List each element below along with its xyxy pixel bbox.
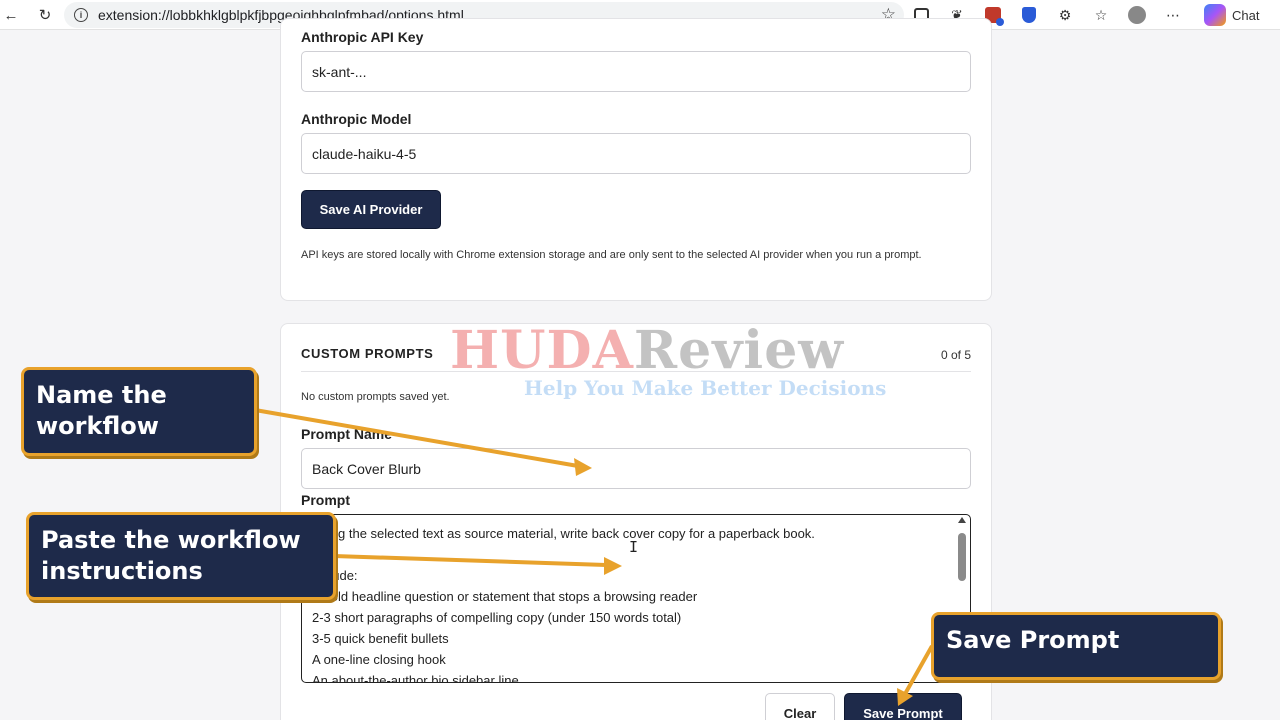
api-key-input[interactable]: sk-ant-... [301,51,971,92]
model-label: Anthropic Model [301,111,412,127]
info-icon[interactable]: i [74,8,88,22]
save-ai-provider-button[interactable]: Save AI Provider [301,190,441,229]
clear-button[interactable]: Clear [765,693,835,720]
back-icon[interactable]: ← [0,4,22,26]
prompt-line: A one-line closing hook [312,652,446,667]
chat-label: Chat [1232,7,1260,23]
save-prompt-button[interactable]: Save Prompt [844,693,962,720]
text-cursor-icon: I [629,538,639,556]
prompt-line: An about-the-author bio sidebar line [312,673,519,683]
scroll-up-arrow-icon[interactable] [958,517,966,523]
watermark-logo: HUDAReview [450,320,844,381]
profile-icon[interactable] [1126,4,1148,26]
reload-icon[interactable]: ↻ [34,4,56,26]
watermark-brand-a: HUDA [450,320,634,381]
watermark-tagline: Help You Make Better Decisions [524,376,887,400]
callout-name-workflow: Name the workflow [21,367,257,456]
ai-provider-card: Anthropic API Key sk-ant-... Anthropic M… [280,18,992,301]
prompt-label: Prompt [301,492,350,508]
prompt-line: 3-5 quick benefit bullets [312,631,449,646]
api-key-note: API keys are stored locally with Chrome … [301,249,922,261]
scroll-thumb[interactable] [958,533,966,581]
copilot-chat-button[interactable]: Chat [1204,4,1259,26]
favorites-icon[interactable]: ☆ [1090,4,1112,26]
custom-prompts-heading: CUSTOM PROMPTS [301,346,434,361]
callout-save-prompt: Save Prompt [931,612,1221,680]
prompt-line: Include: [312,565,950,586]
puzzle-icon[interactable]: ⚙ [1054,4,1076,26]
copilot-icon [1204,4,1226,26]
watermark-brand-b: Review [633,320,845,381]
prompt-line: A bold headline question or statement th… [312,589,698,604]
empty-prompts-note: No custom prompts saved yet. [301,391,450,403]
model-input[interactable]: claude-haiku-4-5 [301,133,971,174]
prompt-count: 0 of 5 [940,348,971,362]
api-key-label: Anthropic API Key [301,29,424,45]
prompt-line: 2-3 short paragraphs of compelling copy … [312,610,682,625]
prompt-name-input[interactable]: Back Cover Blurb [301,448,971,489]
callout-paste-instructions: Paste the workflow instructions [26,512,336,600]
more-icon[interactable]: ⋯ [1162,4,1184,26]
prompt-name-label: Prompt Name [301,426,393,442]
shield-icon[interactable] [1018,4,1040,26]
